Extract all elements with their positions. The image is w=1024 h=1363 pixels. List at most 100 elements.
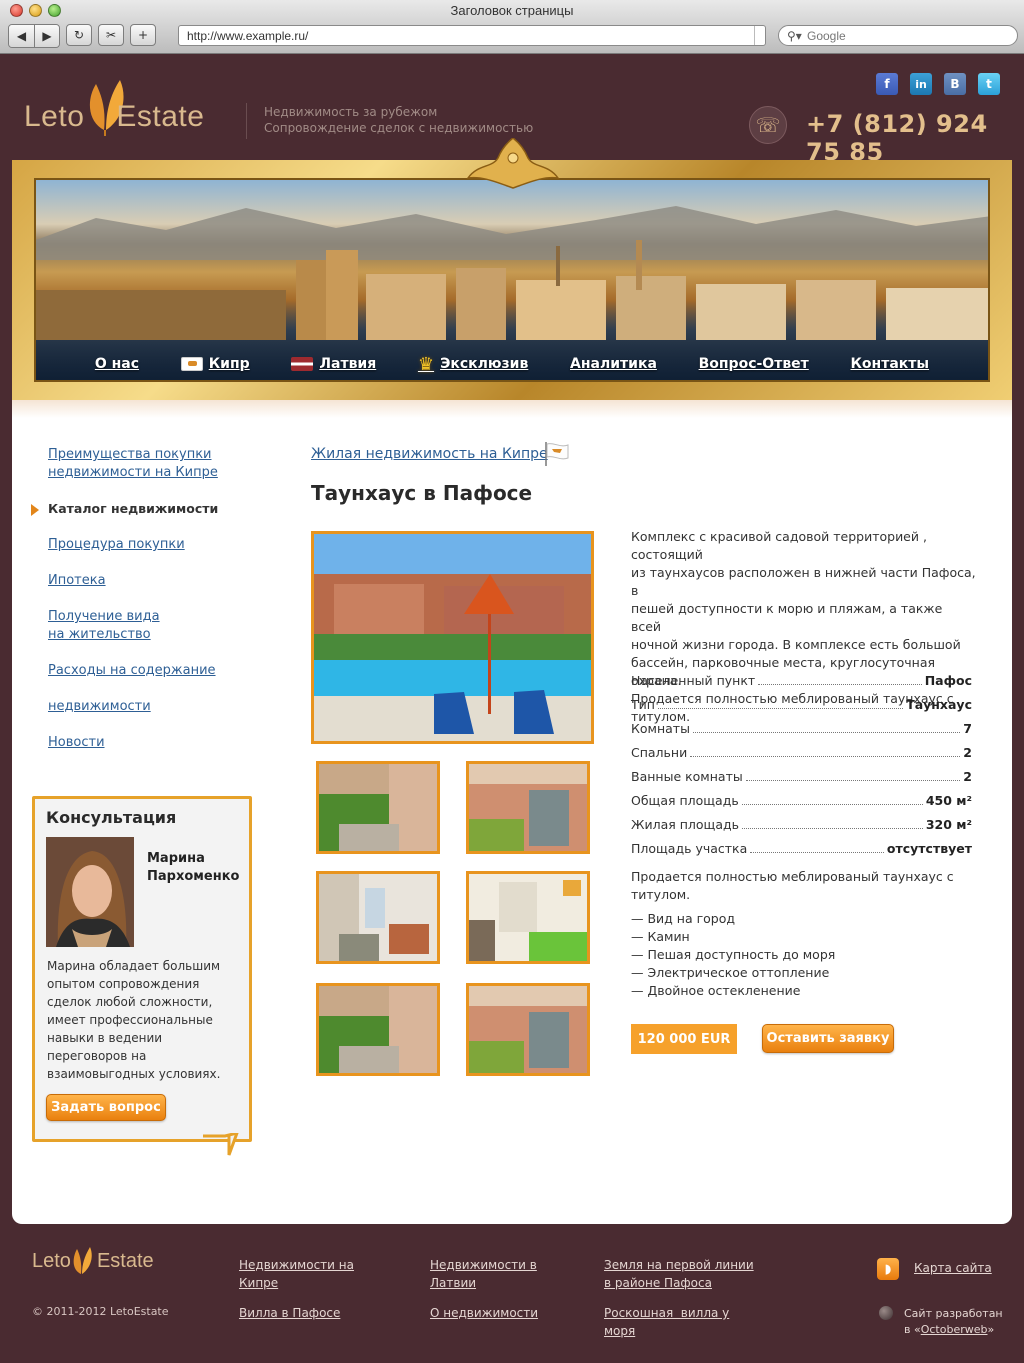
footer-link[interactable]: Недвижимости на Кипре	[239, 1256, 354, 1292]
banner-crest-ornament	[466, 138, 560, 189]
search-placeholder: Google	[807, 29, 846, 43]
developer-credit-prefix: в «	[904, 1323, 921, 1336]
spec-label: Площадь участка	[631, 840, 748, 856]
nav-item-cyprus[interactable]: Кипр	[180, 356, 250, 372]
nav-item-faq[interactable]: Вопрос-Ответ	[699, 356, 809, 372]
snippet-button[interactable]: ✂	[98, 24, 124, 46]
footer-link-line: Недвижимости на	[239, 1258, 354, 1272]
back-button[interactable]: ◀	[9, 25, 34, 47]
nav-item-about[interactable]: О нас	[95, 356, 139, 372]
developer-link[interactable]: Octoberweb	[921, 1323, 988, 1336]
rss-icon[interactable]: ◗	[877, 1258, 899, 1280]
spec-leader	[657, 699, 904, 709]
forward-arrow-icon: ▶	[42, 29, 52, 43]
submit-request-button[interactable]: Оставить заявку	[762, 1024, 894, 1053]
search-icon: ⚲▾	[787, 29, 802, 43]
latvia-flag-icon	[291, 357, 314, 371]
pool-townhouse-image	[314, 534, 591, 741]
new-tab-button[interactable]: +	[130, 24, 156, 46]
spec-value: Таунхаус	[906, 696, 972, 712]
note-line: Продается полностью меблированый таунхау…	[631, 869, 954, 884]
phone-number[interactable]: +7 (812) 924 75 85	[806, 110, 1024, 166]
property-thumbnail[interactable]	[466, 761, 590, 854]
phone-icon: ☏	[749, 106, 787, 144]
spec-value: 450 м²	[925, 792, 972, 808]
linkedin-icon[interactable]: in	[910, 73, 932, 95]
footer-link[interactable]: О недвижимости	[430, 1304, 538, 1322]
ask-question-button[interactable]: Задать вопрос	[46, 1094, 166, 1121]
crown-icon: ♛	[417, 353, 435, 375]
vkontakte-icon[interactable]: B	[944, 73, 966, 95]
property-specs: Населенный пункт Пафос Тип Таунхаус Комнат…	[631, 668, 972, 860]
twitter-icon[interactable]: t	[978, 73, 1000, 95]
sidebar-item-expenses[interactable]: Расходы на содержание	[48, 662, 238, 680]
reload-icon: ↻	[73, 28, 85, 42]
sitemap-link[interactable]: Карта сайта	[914, 1259, 992, 1277]
sidebar-item-catalog[interactable]: Каталог недвижимости	[48, 500, 238, 518]
footer-link[interactable]: Роскошная вилла у моря	[604, 1304, 729, 1340]
spec-label: Жилая площадь	[631, 816, 739, 832]
footer-link[interactable]: Недвижимости в Латвии	[430, 1256, 537, 1292]
nav-label: Кипр	[208, 356, 250, 372]
sidebar-item-news[interactable]: Новости	[48, 734, 238, 752]
footer-logo-left: Leto	[32, 1250, 71, 1272]
property-thumbnail[interactable]	[316, 983, 440, 1076]
main-property-photo[interactable]	[311, 531, 594, 744]
footer-link-line: моря	[604, 1324, 636, 1338]
footer-logo[interactable]: Leto Estate	[32, 1250, 154, 1273]
property-thumbnail[interactable]	[466, 871, 590, 964]
spec-leader	[741, 819, 923, 829]
social-links: f in B t	[876, 73, 1000, 95]
sidebar-item-residence[interactable]: Получение вида на жительство	[48, 608, 238, 644]
footer-link[interactable]: Вилла в Пафосе	[239, 1304, 340, 1322]
reload-button[interactable]: ↻	[66, 24, 92, 46]
nav-item-exclusive[interactable]: ♛ Эксклюзив	[418, 354, 528, 375]
bio-line: взаимовыгодных условиях.	[47, 1067, 221, 1081]
property-thumbnail[interactable]	[466, 983, 590, 1076]
nav-label: Контакты	[850, 356, 930, 372]
property-thumbnail[interactable]	[316, 761, 440, 854]
nav-item-analytics[interactable]: Аналитика	[570, 356, 657, 372]
spec-value: 7	[963, 720, 972, 736]
sidebar-item-label: Преимущества покупки	[48, 447, 212, 462]
feature-item: — Пешая доступность до моря	[631, 947, 836, 962]
facebook-icon[interactable]: f	[876, 73, 898, 95]
sidebar-item-property[interactable]: недвижимости	[48, 698, 238, 716]
spec-value: 320 м²	[925, 816, 972, 832]
spec-value: 2	[963, 768, 972, 784]
nav-item-contacts[interactable]: Контакты	[850, 356, 929, 372]
site-logo[interactable]: Leto Estate	[24, 100, 204, 134]
property-thumbnail[interactable]	[316, 871, 440, 964]
footer-link-line: Недвижимости в	[430, 1258, 537, 1272]
tagline-line-2: Сопровождение сделок с недвижимостью	[264, 121, 534, 135]
nav-item-latvia[interactable]: Латвия	[291, 356, 376, 372]
footer-link[interactable]: Земля на первой линии в районе Пафоса	[604, 1256, 754, 1292]
cyprus-flag-icon	[180, 357, 203, 371]
spec-leader	[692, 723, 961, 733]
sidebar-item-label: Получение вида	[48, 609, 160, 624]
footer-link-line: Земля на первой линии	[604, 1258, 754, 1272]
consultant-avatar	[46, 837, 134, 947]
address-bar[interactable]: http://www.example.ru/	[178, 25, 766, 46]
sidebar-item-label: Новости	[48, 735, 105, 750]
forward-button[interactable]: ▶	[34, 25, 59, 47]
sidebar-item-label: Каталог недвижимости	[48, 501, 219, 516]
spec-row: Комнаты 7	[631, 716, 972, 740]
breadcrumb[interactable]: Жилая недвижимость на Кипре	[311, 446, 548, 462]
active-item-arrow-icon	[31, 504, 39, 516]
spec-row: Спальни 2	[631, 740, 972, 764]
bio-line: Марина обладает большим	[47, 959, 221, 973]
sidebar-item-benefits[interactable]: Преимущества покупки недвижимости на Кип…	[48, 446, 238, 482]
sidebar-item-label: на жительство	[48, 627, 151, 642]
spec-row: Жилая площадь 320 м²	[631, 812, 972, 836]
spec-leader	[758, 675, 922, 685]
bio-line: имеет профессиональные	[47, 1013, 213, 1027]
feature-item: — Двойное остекленение	[631, 983, 801, 998]
sidebar-item-label: Ипотека	[48, 573, 106, 588]
search-input[interactable]: ⚲▾ Google	[778, 25, 1018, 46]
sidebar-item-procedure[interactable]: Процедура покупки	[48, 536, 238, 554]
sidebar-item-mortgage[interactable]: Ипотека	[48, 572, 238, 590]
footer-link-line: Роскошная вилла у	[604, 1306, 730, 1320]
footer-link-line: в районе Пафоса	[604, 1276, 712, 1290]
bio-line: навыки в ведении	[47, 1031, 163, 1045]
